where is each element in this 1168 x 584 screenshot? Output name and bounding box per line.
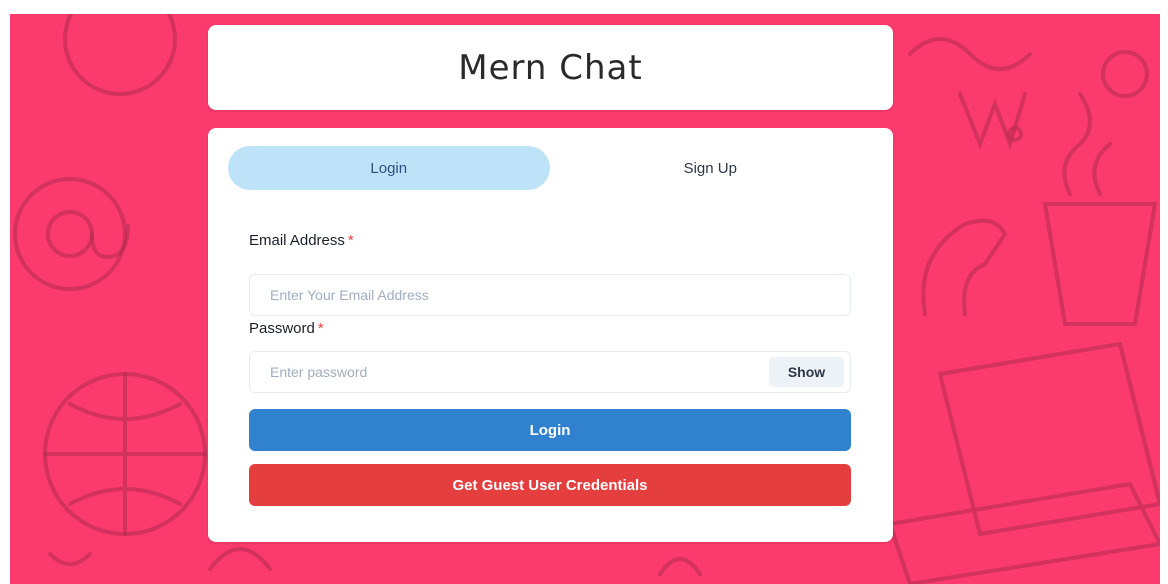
email-required-mark: * [347, 232, 354, 249]
auth-tabs: Login Sign Up [228, 146, 871, 190]
email-label: Email Address * [249, 232, 354, 249]
show-password-button[interactable]: Show [769, 357, 844, 387]
password-label: Password * [249, 320, 324, 337]
login-button[interactable]: Login [249, 409, 851, 451]
laptop-doodle [887, 341, 1160, 584]
tab-login[interactable]: Login [228, 146, 550, 190]
cup-doodle [1042, 202, 1158, 326]
page-background: Mern Chat Login Sign Up Email Address* P… [10, 14, 1160, 584]
app-header-card: Mern Chat [208, 25, 893, 110]
guest-credentials-button[interactable]: Get Guest User Credentials [249, 464, 851, 506]
phone-doodle [921, 218, 1008, 316]
at-sign-doodle [13, 177, 127, 291]
auth-card: Login Sign Up Email Address* Password* S… [208, 128, 893, 542]
password-input[interactable] [249, 351, 851, 393]
app-title: Mern Chat [458, 47, 643, 88]
password-required-mark: * [317, 320, 324, 337]
tab-sign-up[interactable]: Sign Up [550, 146, 872, 190]
password-label-text: Password [249, 320, 315, 337]
email-label-text: Email Address [249, 232, 345, 249]
email-input[interactable] [249, 274, 851, 316]
